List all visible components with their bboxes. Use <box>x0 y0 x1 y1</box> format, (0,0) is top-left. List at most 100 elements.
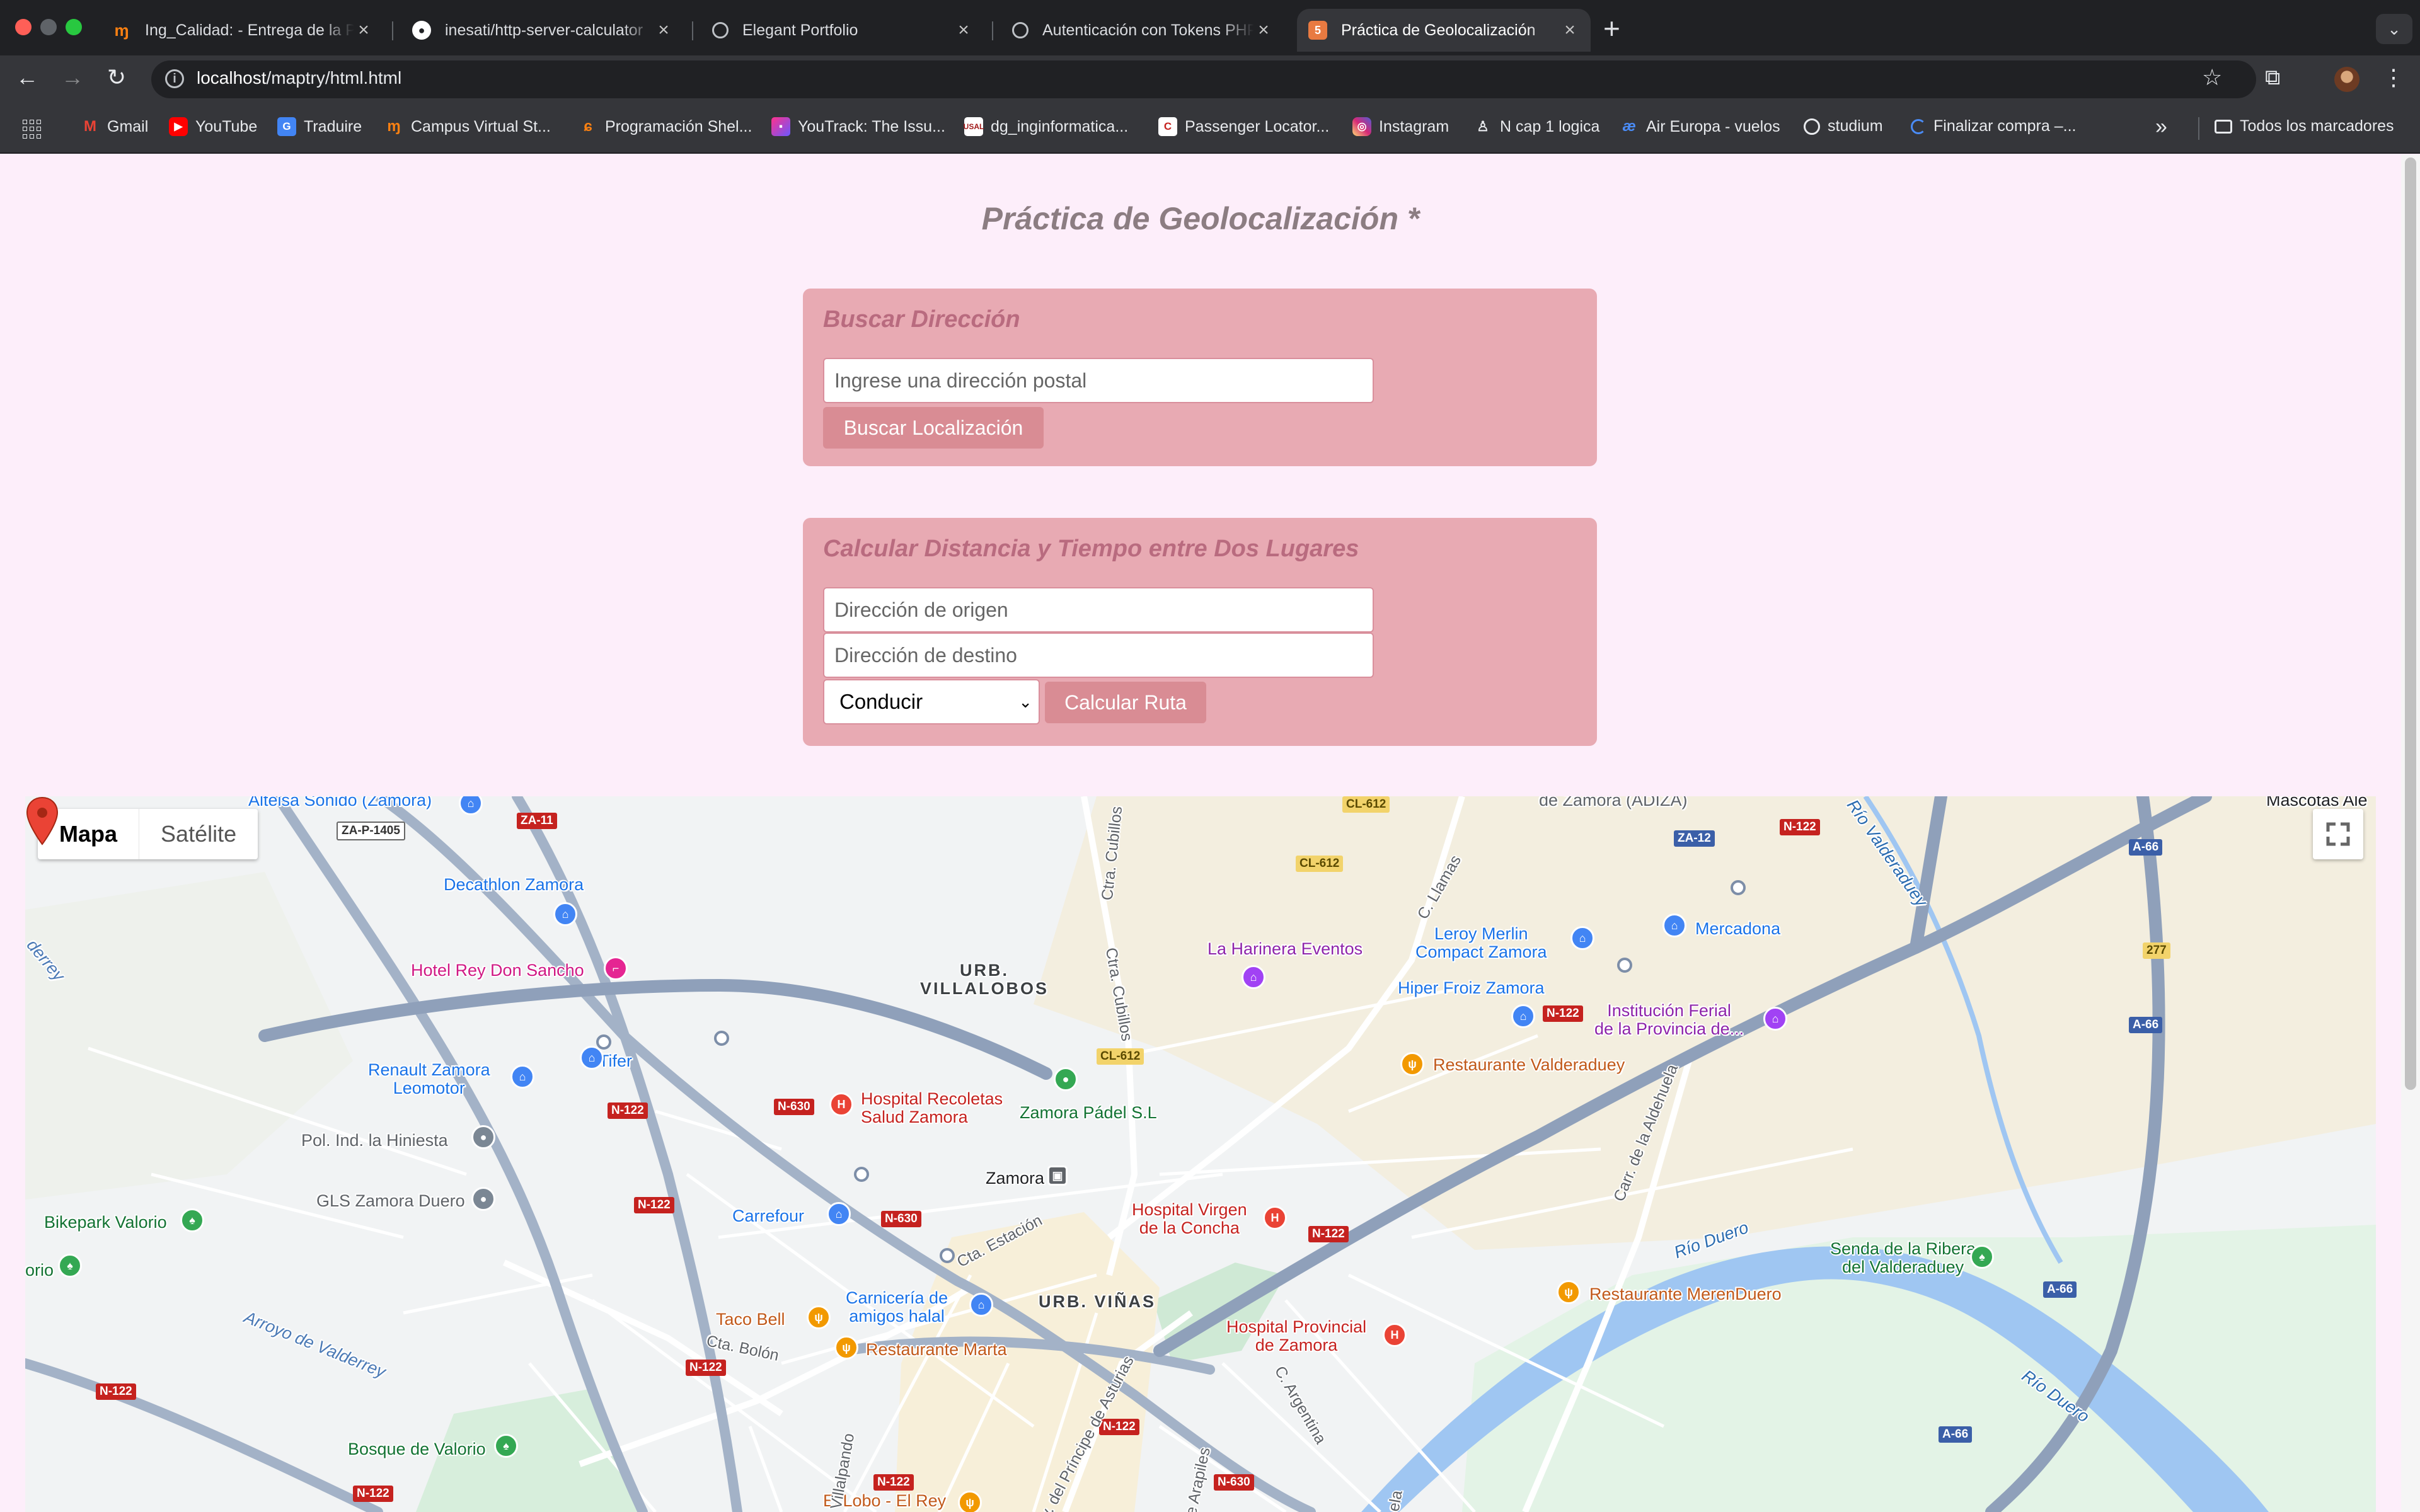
poi-label[interactable]: de Zamora (ADIZA) <box>1539 796 1688 810</box>
menu-kebab-icon[interactable]: ⋮ <box>2382 64 2405 91</box>
hospital-pin-icon[interactable]: H <box>1263 1206 1287 1230</box>
poi-label[interactable]: GLS Zamora Duero <box>316 1192 465 1210</box>
restaurant-pin-icon[interactable]: ψ <box>1557 1280 1581 1304</box>
poi-label[interactable]: Hospital Provincial de Zamora <box>1226 1318 1366 1354</box>
maximize-window-button[interactable] <box>66 19 82 35</box>
forward-button[interactable]: → <box>57 64 88 91</box>
destination-input[interactable] <box>823 633 1374 678</box>
shopping-cart-pin-icon[interactable]: ⌂ <box>1662 914 1686 937</box>
google-map[interactable]: Mapa Satélite ZA-11 ZA-P-1405 CL-612 CL-… <box>25 796 2376 1512</box>
bookmark-studium[interactable]: studium <box>1804 117 1883 135</box>
train-station-icon[interactable]: ▣ <box>1047 1166 1068 1186</box>
industrial-pin-icon[interactable]: ● <box>471 1125 495 1149</box>
hospital-pin-icon[interactable]: H <box>829 1092 853 1116</box>
poi-label[interactable]: Taco Bell <box>716 1310 785 1329</box>
tab-practica-geolocalizacion[interactable]: 5 Práctica de Geolocalización × <box>1297 9 1591 52</box>
bookmark-programacion-shell[interactable]: ɕ Programación Shel... <box>579 117 752 136</box>
fullscreen-button[interactable] <box>2313 809 2363 859</box>
car-dealer-pin-icon[interactable]: ⌂ <box>510 1065 534 1089</box>
more-bookmarks-icon[interactable]: » <box>2155 115 2167 139</box>
hospital-pin-icon[interactable]: H <box>1383 1323 1407 1347</box>
reload-button[interactable]: ↻ <box>101 64 132 91</box>
park-pin-icon[interactable]: ♠ <box>180 1208 204 1232</box>
location-marker-icon[interactable] <box>25 796 59 847</box>
close-window-button[interactable] <box>15 19 32 35</box>
tab-elegant-portfolio[interactable]: Elegant Portfolio × <box>701 9 984 52</box>
origin-input[interactable] <box>823 587 1374 633</box>
bookmark-youtrack[interactable]: ▪ YouTrack: The Issu... <box>771 117 945 136</box>
close-tab-icon[interactable]: × <box>1560 20 1579 41</box>
poi-label[interactable]: Hospital Recoletas Salud Zamora <box>861 1090 1003 1126</box>
address-bar[interactable] <box>151 60 2256 98</box>
tab-autenticacion[interactable]: Autenticación con Tokens PHP × <box>1001 9 1284 52</box>
calculate-route-button[interactable]: Calcular Ruta <box>1045 682 1206 723</box>
bookmark-traduire[interactable]: G Traduire <box>277 117 362 136</box>
shopping-pin-icon[interactable]: ⌂ <box>969 1293 993 1317</box>
poi-label[interactable]: Carnicería de amigos halal <box>846 1289 948 1326</box>
poi-label[interactable]: Institución Ferial de la Provincia de... <box>1594 1002 1744 1038</box>
bookmark-instagram[interactable]: ◎ Instagram <box>1352 117 1449 136</box>
park-pin-icon[interactable]: ♠ <box>1970 1245 1994 1269</box>
all-bookmarks-folder[interactable]: Todos los marcadores <box>2215 117 2394 135</box>
bookmark-passenger-locator[interactable]: C Passenger Locator... <box>1158 117 1329 136</box>
park-pin-icon[interactable]: ♠ <box>494 1434 518 1458</box>
poi-label[interactable]: Pol. Ind. la Hiniesta <box>301 1131 448 1150</box>
poi-label[interactable]: Restaurante MerenDuero <box>1589 1285 1782 1303</box>
restaurant-pin-icon[interactable]: ψ <box>1400 1052 1424 1076</box>
poi-label[interactable]: Restaurante Marta <box>866 1341 1007 1359</box>
tab-github[interactable]: ● inesati/http-server-calculator × <box>401 9 684 52</box>
url-text[interactable]: localhost/maptry/html.html <box>197 68 401 88</box>
site-info-icon[interactable]: i <box>165 69 184 88</box>
poi-label[interactable]: Zamora Pádel S.L <box>1020 1104 1157 1122</box>
close-tab-icon[interactable]: × <box>654 20 673 41</box>
restaurant-pin-icon[interactable]: ψ <box>834 1336 858 1360</box>
poi-label[interactable]: orio <box>25 1261 54 1280</box>
bookmark-dg-inginformatica[interactable]: USAL dg_inginformatica... <box>964 117 1128 136</box>
new-tab-button[interactable]: + <box>1603 11 1620 45</box>
shopping-pin-icon[interactable]: ⌂ <box>553 902 577 926</box>
hotel-pin-icon[interactable]: ⌐ <box>604 956 628 980</box>
extensions-icon[interactable]: ⧉ <box>2265 66 2280 90</box>
shopping-cart-pin-icon[interactable]: ⌂ <box>580 1046 604 1070</box>
sports-pin-icon[interactable]: ● <box>1054 1067 1078 1091</box>
poi-label[interactable]: Senda de la Ribera del Valderaduey <box>1830 1240 1976 1276</box>
bookmark-air-europa[interactable]: æ Air Europa - vuelos <box>1620 117 1780 136</box>
close-tab-icon[interactable]: × <box>354 20 373 41</box>
shopping-cart-pin-icon[interactable]: ⌂ <box>827 1202 851 1226</box>
poi-label[interactable]: Renault Zamora Leomotor <box>368 1061 490 1097</box>
event-venue-pin-icon[interactable]: ⌂ <box>1763 1007 1787 1031</box>
tab-ing-calidad[interactable]: ɱ Ing_Calidad: - Entrega de la P × <box>101 9 384 52</box>
bookmark-finalizar-compra[interactable]: Finalizar compra –... <box>1911 117 2076 135</box>
poi-label[interactable]: Bikepark Valorio <box>44 1213 167 1232</box>
bookmark-youtube[interactable]: ▶ YouTube <box>169 117 257 136</box>
tab-search-button[interactable]: ⌄ <box>2376 14 2412 44</box>
bookmark-n-cap-1-logica[interactable]: ♙ N cap 1 logica <box>1473 117 1599 136</box>
poi-label[interactable]: Hospital Virgen de la Concha <box>1132 1201 1247 1237</box>
bookmark-campus-virtual[interactable]: ɱ Campus Virtual St... <box>384 117 551 136</box>
travel-mode-select[interactable]: Conducir ⌄ <box>823 679 1040 724</box>
poi-label[interactable]: Leroy Merlin Compact Zamora <box>1415 925 1547 961</box>
close-tab-icon[interactable]: × <box>1254 20 1273 41</box>
close-tab-icon[interactable]: × <box>954 20 973 41</box>
back-button[interactable]: ← <box>11 64 43 91</box>
poi-label[interactable]: Hotel Rey Don Sancho <box>411 961 584 980</box>
poi-label[interactable]: Carrefour <box>732 1207 804 1225</box>
poi-label[interactable]: Bosque de Valorio <box>348 1440 486 1458</box>
restaurant-pin-icon[interactable]: ψ <box>958 1491 982 1512</box>
poi-label[interactable]: Hiper Froiz Zamora <box>1398 979 1545 997</box>
scrollbar-thumb[interactable] <box>2405 158 2416 1090</box>
poi-label[interactable]: Alteisa Sonido (Zamora) <box>248 796 432 810</box>
shopping-pin-icon[interactable]: ⌂ <box>1570 926 1594 950</box>
poi-label[interactable]: Restaurante Valderaduey <box>1433 1056 1625 1074</box>
poi-label[interactable]: Mascotas Ale <box>2266 796 2368 810</box>
restaurant-pin-icon[interactable]: ψ <box>807 1305 831 1329</box>
profile-avatar[interactable] <box>2334 67 2360 92</box>
minimize-window-button[interactable] <box>40 19 57 35</box>
park-pin-icon[interactable]: ♠ <box>58 1254 82 1278</box>
event-venue-pin-icon[interactable]: ⌂ <box>1242 965 1265 989</box>
search-location-button[interactable]: Buscar Localización <box>823 407 1044 449</box>
bookmark-star-icon[interactable]: ☆ <box>2202 64 2222 91</box>
poi-label[interactable]: La Harinera Eventos <box>1207 940 1363 958</box>
business-pin-icon[interactable]: ● <box>471 1187 495 1211</box>
poi-label[interactable]: Decathlon Zamora <box>444 876 584 894</box>
